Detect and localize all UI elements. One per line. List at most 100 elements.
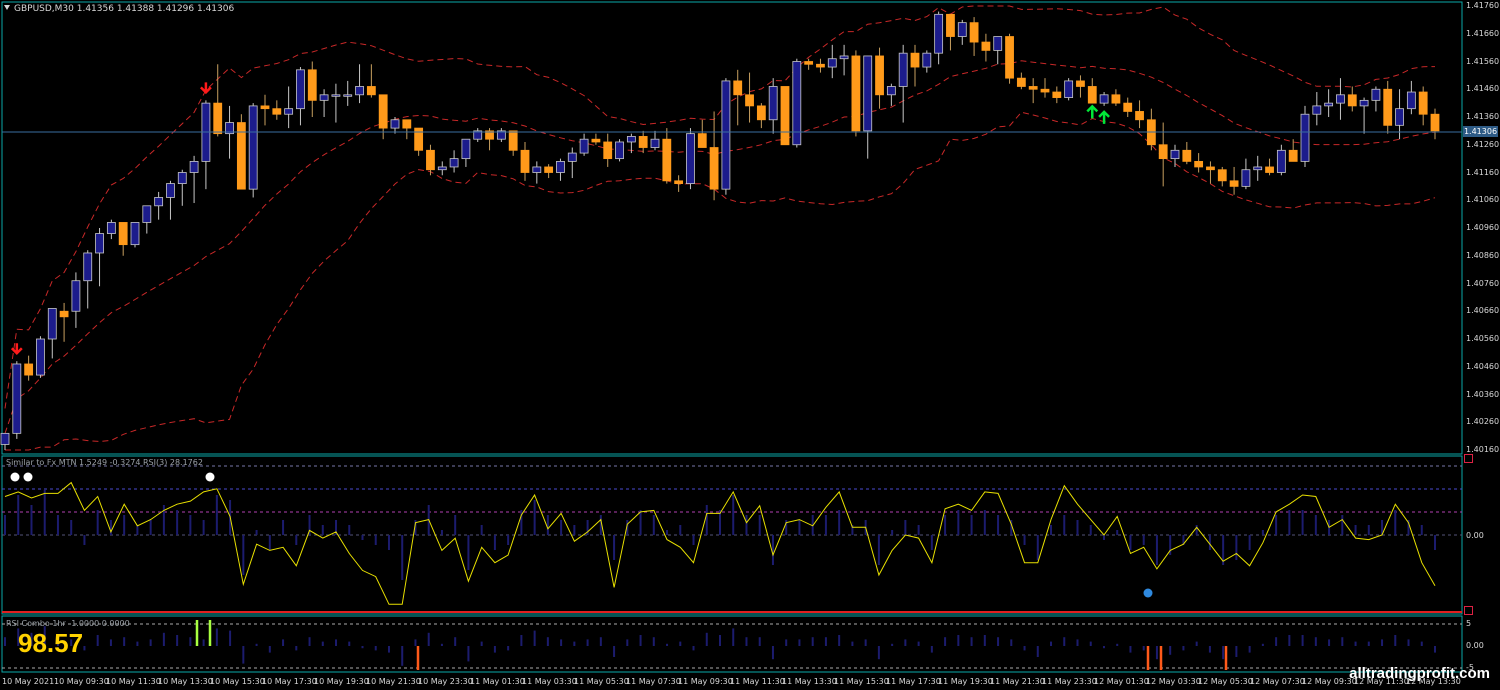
indicator1-min-marker <box>1464 606 1473 615</box>
candle-body <box>1324 102 1334 107</box>
candle-body <box>1241 169 1251 187</box>
candle-body <box>556 160 565 173</box>
main-price-panel <box>1 1 1463 455</box>
signal-dot <box>205 472 215 482</box>
candle-body <box>426 149 435 171</box>
candle-body <box>83 252 93 282</box>
candle-body <box>910 52 920 68</box>
candle-body <box>544 166 554 173</box>
indicator1-title: Similar to Fx MTN 1.5249 -0.3274 RSI(3) … <box>6 458 203 467</box>
candle-body <box>946 13 955 37</box>
candle-body <box>1087 86 1097 104</box>
candle-body <box>331 94 341 97</box>
candle-body <box>662 138 672 182</box>
price-tick-label: 1.40460 <box>1466 361 1500 371</box>
time-tick-label: 10 May 23:30 <box>418 677 473 686</box>
candle-body <box>532 166 542 173</box>
candle-body <box>886 86 896 96</box>
chevron-down-icon[interactable] <box>4 5 10 10</box>
candle-body <box>1229 180 1239 187</box>
candle-body <box>1383 88 1393 126</box>
candle-body <box>142 205 152 223</box>
time-tick-label: 11 May 19:30 <box>938 677 993 686</box>
candle-body <box>780 86 790 146</box>
time-tick-label: 10 May 21:30 <box>366 677 421 686</box>
candle-body <box>1170 149 1180 160</box>
candle-body <box>355 86 364 96</box>
indicator1-axis-label: 0.00 <box>1466 531 1484 540</box>
candle-body <box>47 308 57 340</box>
candle-body <box>1336 94 1345 104</box>
candle-body <box>1182 149 1192 162</box>
candle-body <box>1276 149 1286 173</box>
candle-body <box>863 55 873 132</box>
candle-body <box>12 363 22 434</box>
time-tick-label: 12 May 07:30 <box>1250 677 1305 686</box>
candle-body <box>1217 169 1227 182</box>
candle-body <box>1052 91 1062 98</box>
time-tick-label: 11 May 13:30 <box>782 677 837 686</box>
candle-body <box>71 280 81 312</box>
candle-body <box>508 130 518 151</box>
candle-body <box>272 108 282 115</box>
indicator2-value: 98.57 <box>18 628 84 658</box>
candle-body <box>1016 77 1026 87</box>
signal-dot <box>10 472 20 482</box>
candle-body <box>721 80 731 190</box>
price-tick-label: 1.41060 <box>1466 195 1500 205</box>
candle-body <box>236 122 246 190</box>
candle-body <box>1430 113 1440 132</box>
candle-body <box>827 58 837 68</box>
time-tick-label: 11 May 05:30 <box>574 677 629 686</box>
time-tick-label: 11 May 17:30 <box>886 677 941 686</box>
candle-body <box>603 141 613 160</box>
candle-body <box>177 172 187 184</box>
time-tick-label: 12 May 01:30 <box>1094 677 1149 686</box>
symbol-info[interactable]: GBPUSD,M30 1.41356 1.41388 1.41296 1.413… <box>4 4 234 14</box>
candle-body <box>875 55 884 96</box>
candle-body <box>756 105 766 121</box>
candle-body <box>768 86 778 121</box>
time-tick-label: 10 May 2021 <box>2 677 55 686</box>
price-tick-label: 1.40560 <box>1466 334 1500 343</box>
price-tick-label: 1.41360 <box>1466 112 1500 121</box>
candle-body <box>615 141 624 160</box>
candle-body <box>1406 91 1416 110</box>
candle-body <box>1312 105 1322 115</box>
trading-chart[interactable] <box>0 0 1500 690</box>
candle-body <box>213 102 223 135</box>
candle-body <box>166 183 175 198</box>
candle-body <box>130 222 140 246</box>
price-tick-label: 1.40660 <box>1466 306 1500 316</box>
candle-body <box>296 69 305 110</box>
candle-body <box>898 52 908 87</box>
candle-body <box>1300 113 1310 162</box>
price-tick-label: 1.40360 <box>1466 389 1500 399</box>
candle-body <box>449 158 459 168</box>
candle-body <box>402 119 412 129</box>
time-tick-label: 11 May 21:30 <box>990 677 1045 686</box>
candle-body <box>1265 166 1274 173</box>
time-tick-label: 10 May 19:30 <box>314 677 369 686</box>
candle-body <box>1288 149 1298 162</box>
candle-body <box>686 133 695 184</box>
candle-body <box>95 233 104 254</box>
indicator2-title: RSI Combo 1hr -1.0000 0.0000 <box>6 619 130 628</box>
candle-body <box>1395 108 1404 126</box>
candle-body <box>461 138 471 160</box>
candle-body <box>1099 94 1109 104</box>
indicator2-axis-label: 0.00 <box>1466 641 1484 650</box>
candle-body <box>1253 166 1263 171</box>
candle-body <box>260 105 270 110</box>
price-tick-label: 1.40960 <box>1466 223 1500 232</box>
time-tick-label: 11 May 11:30 <box>730 677 785 686</box>
candle-body <box>118 222 128 246</box>
candle-body <box>378 94 388 129</box>
time-tick-label: 11 May 15:30 <box>834 677 889 686</box>
signal-dot <box>1143 588 1153 598</box>
time-tick-label: 12 May 05:30 <box>1198 677 1253 686</box>
candle-body <box>1158 144 1168 160</box>
candle-body <box>922 52 932 68</box>
time-tick-label: 10 May 17:30 <box>262 677 317 686</box>
watermark: alltradingprofit.com <box>1349 665 1490 682</box>
